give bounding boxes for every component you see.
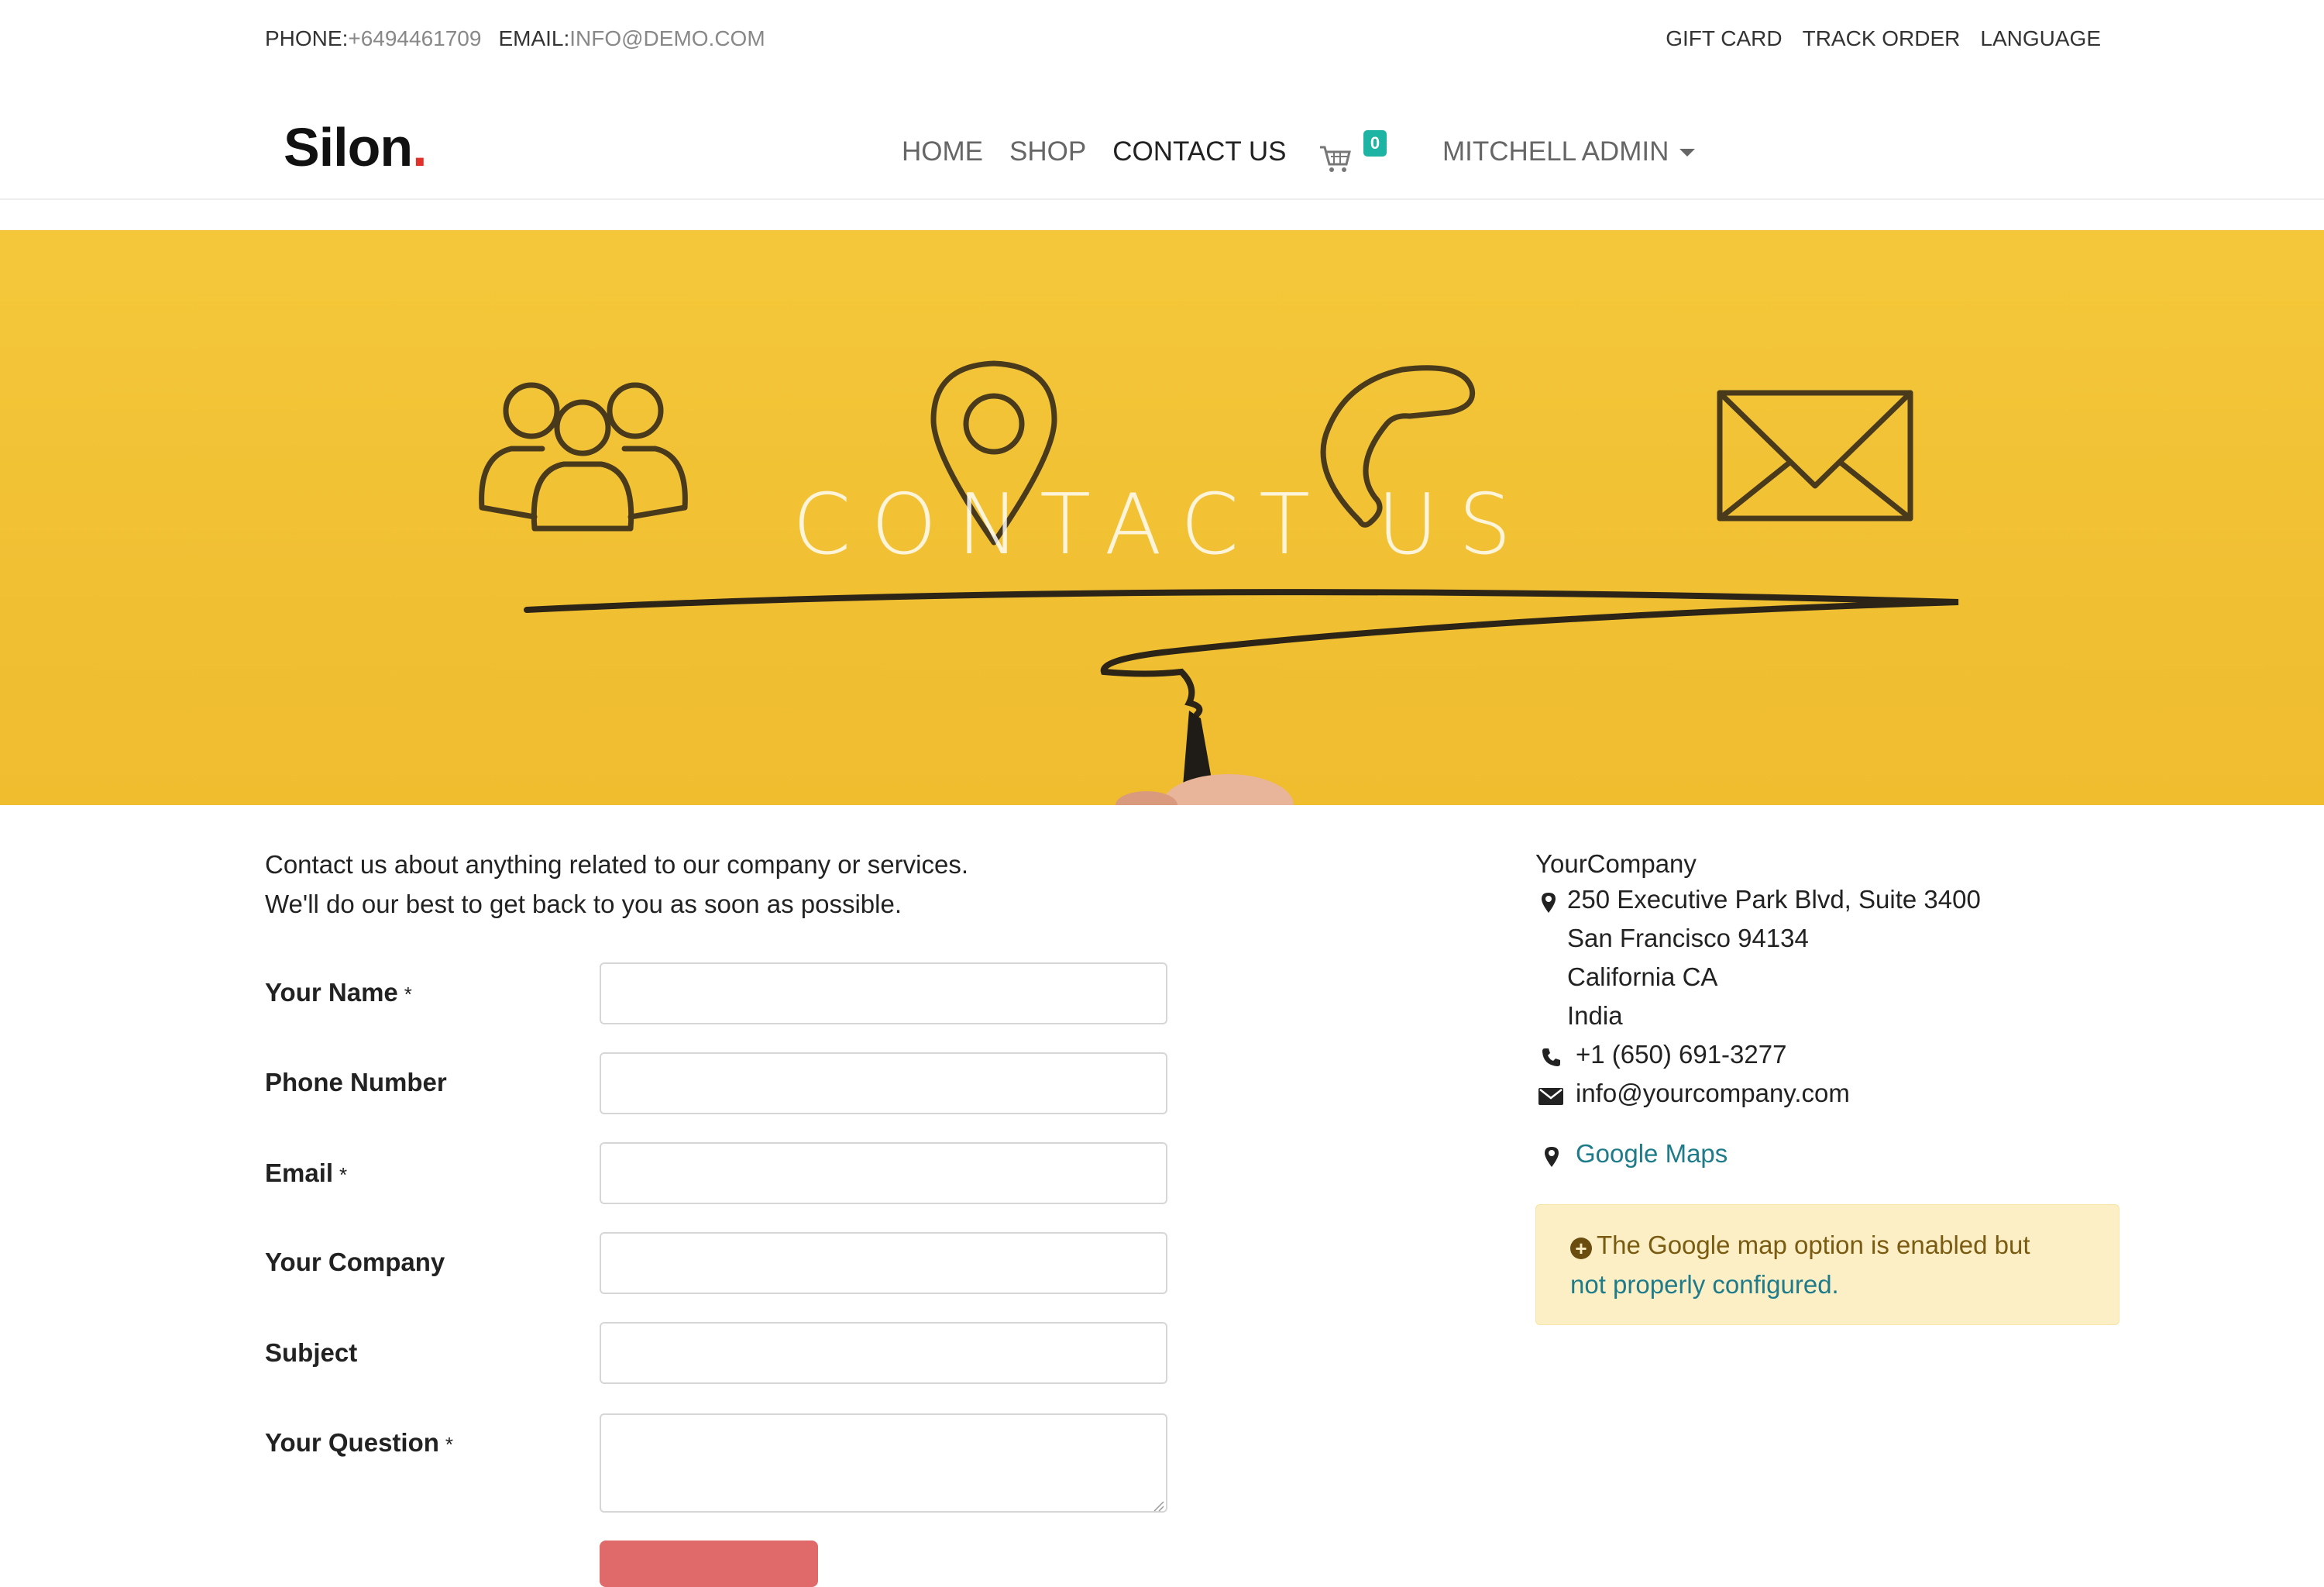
- map-marker-icon: [1542, 893, 1556, 913]
- company-email[interactable]: info@yourcompany.com: [1576, 1079, 1850, 1108]
- map-config-alert: + The Google map option is enabled but no…: [1535, 1204, 2119, 1325]
- subject-input[interactable]: [600, 1322, 1167, 1384]
- phone-number-input[interactable]: [600, 1052, 1167, 1114]
- your-name-input[interactable]: [600, 962, 1167, 1024]
- google-maps-link[interactable]: Google Maps: [1576, 1139, 1728, 1169]
- nav-home[interactable]: HOME: [902, 136, 983, 167]
- logo-text: Silon: [284, 117, 413, 177]
- hero-title: CONTACT US: [792, 477, 1532, 573]
- hero-banner: CONTACT US: [0, 230, 2324, 805]
- phone-value[interactable]: +6494461709: [348, 26, 481, 50]
- cart-count-badge: 0: [1363, 130, 1387, 157]
- plus-circle-icon: +: [1570, 1238, 1592, 1259]
- email-label: EMAIL:: [498, 26, 570, 50]
- intro-line-2: We'll do our best to get back to you as …: [265, 890, 902, 918]
- site-header: Silon. HOME SHOP CONTACT US 0 MITCHELL A…: [0, 93, 2324, 200]
- your-question-textarea[interactable]: [600, 1413, 1167, 1513]
- submit-button[interactable]: [600, 1541, 818, 1587]
- address-line-3: California CA: [1567, 962, 1718, 991]
- email-input[interactable]: [600, 1142, 1167, 1204]
- address-line-2: San Francisco 94134: [1567, 924, 1809, 952]
- language-link[interactable]: LANGUAGE: [1980, 26, 2101, 51]
- logo[interactable]: Silon.: [284, 116, 428, 178]
- subject-label: Subject: [265, 1338, 358, 1367]
- gift-card-link[interactable]: GIFT CARD: [1666, 26, 1782, 51]
- your-question-label: Your Question *: [265, 1428, 454, 1457]
- nav-shop[interactable]: SHOP: [1009, 136, 1086, 167]
- map-marker-icon: [1545, 1147, 1559, 1167]
- track-order-link[interactable]: TRACK ORDER: [1803, 26, 1961, 51]
- user-name: MITCHELL ADMIN: [1442, 136, 1669, 167]
- nav-contact-us[interactable]: CONTACT US: [1112, 136, 1286, 167]
- top-bar-phone: PHONE:+6494461709: [265, 26, 481, 51]
- phone-label: PHONE:: [265, 26, 349, 50]
- intro-line-1: Contact us about anything related to our…: [265, 850, 968, 879]
- alert-text-2[interactable]: not properly configured.: [1570, 1270, 1839, 1299]
- top-bar-email: EMAIL:INFO@DEMO.COM: [498, 26, 765, 51]
- chevron-down-icon: [1679, 149, 1696, 157]
- cart-button[interactable]: 0: [1317, 130, 1387, 177]
- phone-icon: [1542, 1048, 1560, 1066]
- main-nav: HOME SHOP CONTACT US: [902, 136, 1286, 167]
- address-line-4: India: [1567, 1001, 1623, 1030]
- phone-number-label: Phone Number: [265, 1068, 447, 1096]
- email-value[interactable]: INFO@DEMO.COM: [569, 26, 765, 50]
- logo-dot: .: [412, 117, 427, 177]
- alert-text-1: The Google map option is enabled but: [1597, 1231, 2030, 1259]
- top-bar-contact: PHONE:+6494461709 EMAIL:INFO@DEMO.COM: [265, 26, 765, 51]
- contact-intro: Contact us about anything related to our…: [265, 845, 968, 924]
- user-menu[interactable]: MITCHELL ADMIN: [1442, 136, 1696, 167]
- company-name: YourCompany: [1535, 849, 1697, 878]
- envelope-icon: [1538, 1088, 1563, 1105]
- top-bar: PHONE:+6494461709 EMAIL:INFO@DEMO.COM GI…: [0, 26, 2324, 59]
- resize-grip-icon[interactable]: [1153, 1500, 1165, 1513]
- email-label: Email *: [265, 1158, 348, 1187]
- your-company-label: Your Company: [265, 1248, 445, 1276]
- top-bar-links: GIFT CARD TRACK ORDER LANGUAGE: [1666, 26, 2101, 51]
- cart-icon: [1320, 146, 1351, 172]
- company-phone[interactable]: +1 (650) 691-3277: [1576, 1040, 1786, 1069]
- your-company-input[interactable]: [600, 1232, 1167, 1294]
- your-name-label: Your Name *: [265, 978, 412, 1007]
- address-line-1: 250 Executive Park Blvd, Suite 3400: [1567, 885, 1981, 914]
